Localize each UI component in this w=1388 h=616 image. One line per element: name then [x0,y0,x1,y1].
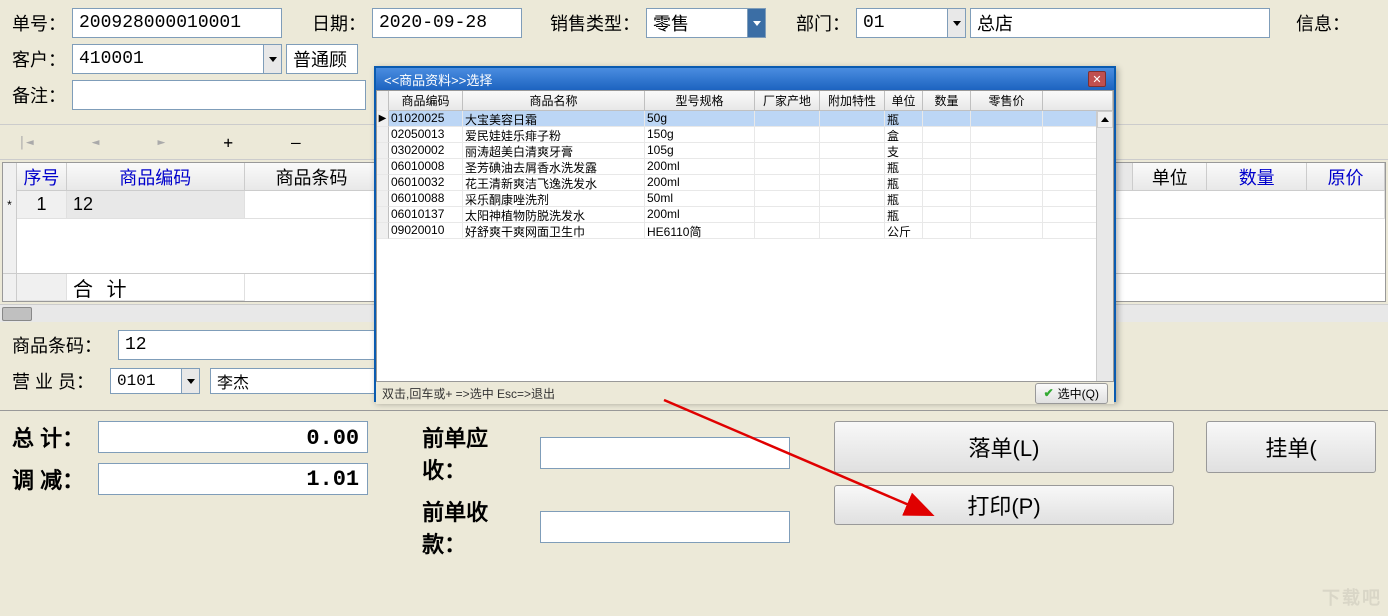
prev-due-value [540,437,790,469]
row-marker: * [3,191,17,219]
barcode-label: 商品条码： [12,332,102,358]
chevron-down-icon[interactable] [263,45,281,73]
plus-icon[interactable]: + [223,133,233,152]
dcol-unit[interactable]: 单位 [885,91,923,111]
dialog-row[interactable]: 03020002丽涛超美白清爽牙膏105g支 [377,143,1113,159]
dcol-price[interactable]: 零售价 [971,91,1043,111]
check-icon: ✔ [1044,386,1054,400]
remark-label: 备注： [12,82,66,108]
col-seq[interactable]: 序号 [17,163,67,191]
col-orig[interactable]: 原价 [1307,163,1385,191]
adjust-label: 调 减： [12,463,84,495]
sale-type-label: 销售类型： [550,10,640,36]
dialog-row[interactable]: ▶01020025大宝美容日霜50g瓶 [377,111,1113,127]
col-barcode[interactable]: 商品条码 [245,163,380,191]
customer-value: 410001 [73,46,263,72]
minus-icon[interactable]: — [291,133,301,152]
dialog-row[interactable]: 06010137太阳神植物防脱洗发水200ml瓶 [377,207,1113,223]
order-no-input[interactable] [72,8,282,38]
dcol-qty[interactable]: 数量 [923,91,971,111]
dcol-spec[interactable]: 型号规格 [645,91,755,111]
first-icon[interactable]: |◄ [18,135,34,150]
order-no-label: 单号： [12,10,66,36]
total-label: 总 计： [12,421,84,453]
dcol-attr[interactable]: 附加特性 [820,91,885,111]
dcol-blank [1043,91,1113,111]
info-label: 信息： [1296,10,1350,36]
dialog-row[interactable]: 06010088采乐酮康唑洗剂50ml瓶 [377,191,1113,207]
chevron-down-icon[interactable] [947,9,965,37]
cell-barcode[interactable] [245,191,380,219]
customer-label: 客户： [12,46,66,72]
cell-code[interactable]: 12 [67,191,245,219]
hold-button[interactable]: 挂单( [1206,421,1376,473]
clerk-combo[interactable]: 0101 [110,368,200,394]
next-icon[interactable]: ► [157,135,165,150]
cell-seq: 1 [17,191,67,219]
customer-combo[interactable]: 410001 [72,44,282,74]
watermark: 下载吧 [1322,584,1382,610]
sale-type-combo[interactable]: 零售 [646,8,766,38]
dialog-row[interactable]: 09020010好舒爽干爽网面卫生巾HE6110简公斤 [377,223,1113,239]
dcol-name[interactable]: 商品名称 [463,91,645,111]
select-button[interactable]: ✔ 选中(Q) [1035,383,1108,404]
dialog-row[interactable]: 06010008圣芳碘油去屑香水洗发露200ml瓶 [377,159,1113,175]
barcode-input[interactable] [118,330,418,360]
col-qty[interactable]: 数量 [1207,163,1307,191]
clerk-label: 营 业 员： [12,368,94,394]
select-btn-label: 选中(Q) [1058,385,1099,402]
sum-label: 合 计 [67,274,245,301]
adjust-input[interactable] [98,463,368,495]
dialog-titlebar[interactable]: <<商品资料>>选择 ✕ [376,68,1114,90]
prev-paid-value [540,511,790,543]
product-select-dialog: <<商品资料>>选择 ✕ 商品编码 商品名称 型号规格 厂家产地 附加特性 单位… [374,66,1116,402]
scroll-up-icon[interactable] [1097,111,1113,128]
col-code[interactable]: 商品编码 [67,163,245,191]
sale-type-value: 零售 [647,7,747,39]
dept-label: 部门： [796,10,850,36]
dialog-row[interactable]: 02050013爱民娃娃乐痱子粉150g盒 [377,127,1113,143]
chevron-down-icon[interactable] [181,369,199,393]
dcol-origin[interactable]: 厂家产地 [755,91,820,111]
prev-paid-label: 前单收款： [422,495,532,559]
print-button[interactable]: 打印(P) [834,485,1174,525]
corner [3,163,17,191]
prev-icon[interactable]: ◄ [92,135,100,150]
clerk-code: 0101 [111,369,181,393]
prev-due-label: 前单应收： [422,421,532,485]
dialog-hint: 双击,回车或+ =>选中 Esc=>退出 [382,385,555,402]
close-icon[interactable]: ✕ [1088,71,1106,87]
total-value: 0.00 [98,421,368,453]
date-label: 日期： [312,10,366,36]
date-input[interactable] [372,8,522,38]
submit-button[interactable]: 落单(L) [834,421,1174,473]
dept-code-value: 01 [857,10,947,36]
customer-name-input[interactable] [286,44,358,74]
dcol-code[interactable]: 商品编码 [389,91,463,111]
remark-input[interactable] [72,80,366,110]
v-scrollbar[interactable] [1096,111,1113,381]
chevron-down-icon[interactable] [747,9,765,37]
dialog-title: <<商品资料>>选择 [384,70,492,89]
dept-code-combo[interactable]: 01 [856,8,966,38]
col-unit[interactable]: 单位 [1133,163,1207,191]
dialog-row[interactable]: 06010032花王清新爽洁飞逸洗发水200ml瓶 [377,175,1113,191]
dialog-grid[interactable]: 商品编码 商品名称 型号规格 厂家产地 附加特性 单位 数量 零售价 ▶0102… [376,90,1114,382]
dept-name-input[interactable] [970,8,1270,38]
